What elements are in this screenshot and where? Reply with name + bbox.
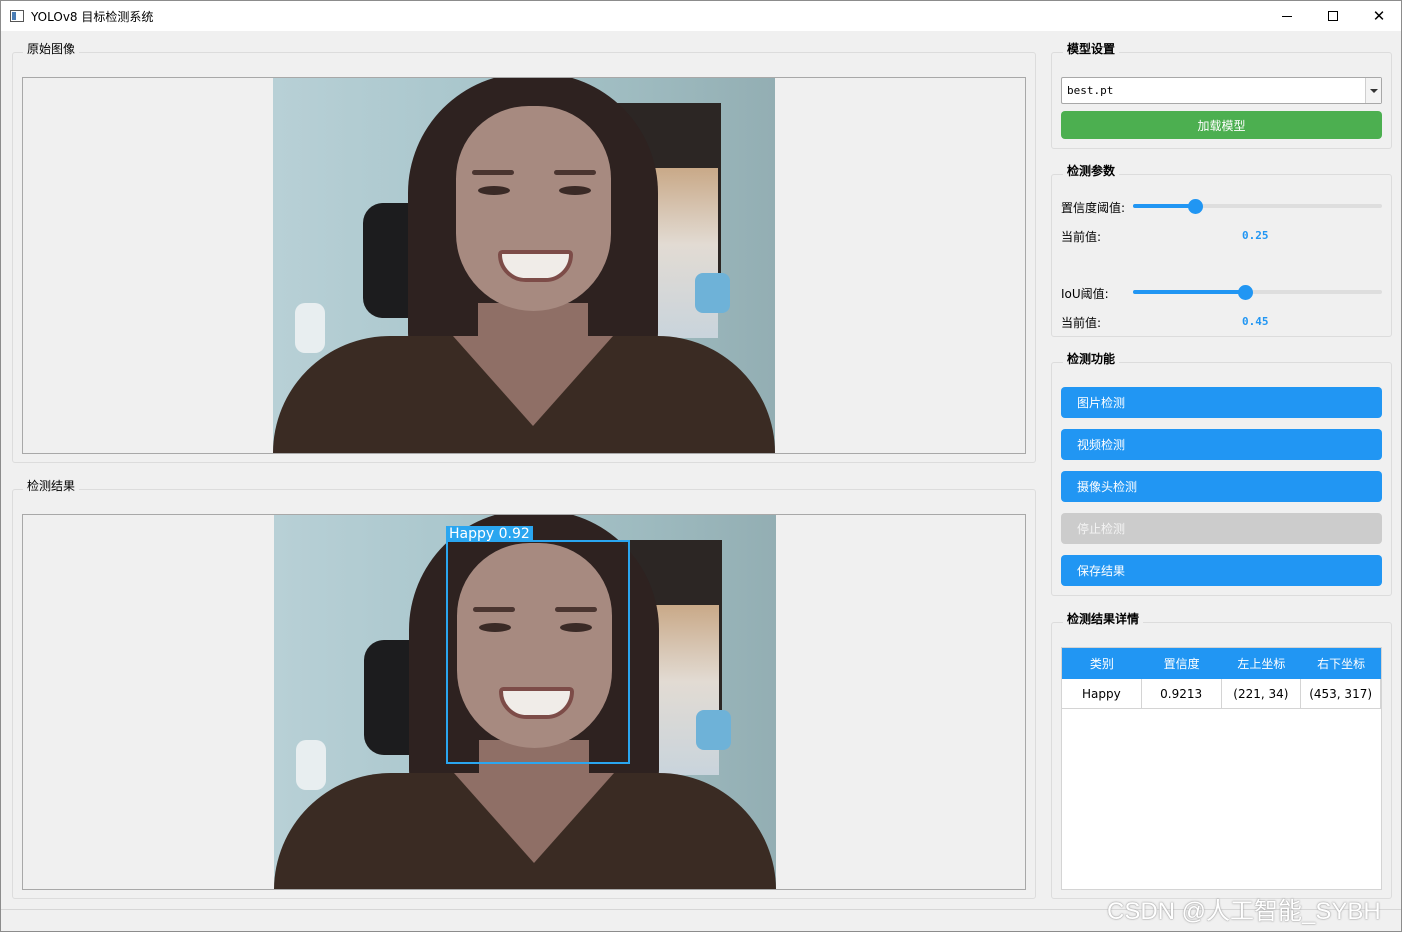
iou-value: 0.45 — [1242, 315, 1269, 328]
chevron-down-icon[interactable] — [1365, 78, 1381, 103]
header-confidence[interactable]: 置信度 — [1142, 648, 1222, 679]
cell-top-left: (221, 34) — [1222, 679, 1302, 708]
confidence-label: 置信度阈值: — [1061, 201, 1126, 215]
model-select-value: best.pt — [1067, 84, 1114, 97]
header-bottom-right[interactable]: 右下坐标 — [1301, 648, 1381, 679]
header-top-left[interactable]: 左上坐标 — [1222, 648, 1302, 679]
video-detect-button[interactable]: 视频检测 — [1061, 429, 1382, 460]
detection-label: Happy 0.92 — [446, 526, 533, 542]
detection-box — [446, 540, 630, 764]
confidence-current-label: 当前值: — [1061, 230, 1102, 244]
save-result-button[interactable]: 保存结果 — [1061, 555, 1382, 586]
app-icon — [10, 10, 24, 22]
window-title: YOLOv8 目标检测系统 — [31, 10, 154, 24]
original-image — [273, 78, 775, 453]
maximize-button[interactable] — [1310, 1, 1356, 31]
detect-params-title: 检测参数 — [1063, 162, 1120, 179]
iou-slider[interactable] — [1133, 285, 1382, 300]
watermark: CSDN @人工智能_SYBH — [1107, 898, 1381, 925]
confidence-slider-handle[interactable] — [1187, 199, 1203, 214]
original-image-title: 原始图像 — [23, 40, 80, 57]
table-row[interactable]: Happy 0.9213 (221, 34) (453, 317) — [1062, 679, 1381, 709]
confidence-slider-fill — [1133, 204, 1196, 208]
load-model-button[interactable]: 加载模型 — [1061, 111, 1382, 139]
result-table-header: 类别 置信度 左上坐标 右下坐标 — [1062, 648, 1381, 679]
original-image-frame — [22, 77, 1026, 454]
header-class[interactable]: 类别 — [1062, 648, 1142, 679]
result-image-title: 检测结果 — [23, 477, 80, 494]
minimize-icon — [1282, 15, 1292, 17]
image-detect-button[interactable]: 图片检测 — [1061, 387, 1382, 418]
cell-class: Happy — [1062, 679, 1142, 708]
result-image: Happy 0.92 — [274, 515, 776, 889]
app-window: YOLOv8 目标检测系统 ✕ 原始图像 检测结果 Happy 0.92 模型设… — [0, 0, 1402, 932]
result-table: 类别 置信度 左上坐标 右下坐标 Happy 0.9213 (221, 34) … — [1061, 647, 1382, 890]
result-details-title: 检测结果详情 — [1063, 610, 1144, 627]
confidence-value: 0.25 — [1242, 229, 1269, 242]
confidence-slider[interactable] — [1133, 199, 1382, 214]
model-settings-title: 模型设置 — [1063, 40, 1120, 57]
minimize-button[interactable] — [1264, 1, 1310, 31]
cell-bottom-right: (453, 317) — [1301, 679, 1381, 708]
maximize-icon — [1328, 11, 1338, 21]
close-icon: ✕ — [1372, 6, 1386, 25]
stop-detect-button[interactable]: 停止检测 — [1061, 513, 1382, 544]
result-image-frame: Happy 0.92 — [22, 514, 1026, 890]
iou-label: IoU阈值: — [1061, 287, 1109, 301]
iou-slider-fill — [1133, 290, 1246, 294]
title-bar: YOLOv8 目标检测系统 ✕ — [1, 1, 1401, 31]
model-select[interactable]: best.pt — [1061, 77, 1382, 104]
cell-confidence: 0.9213 — [1142, 679, 1222, 708]
iou-current-label: 当前值: — [1061, 316, 1102, 330]
iou-slider-handle[interactable] — [1237, 285, 1253, 300]
detect-functions-title: 检测功能 — [1063, 350, 1120, 367]
camera-detect-button[interactable]: 摄像头检测 — [1061, 471, 1382, 502]
close-button[interactable]: ✕ — [1356, 1, 1402, 31]
